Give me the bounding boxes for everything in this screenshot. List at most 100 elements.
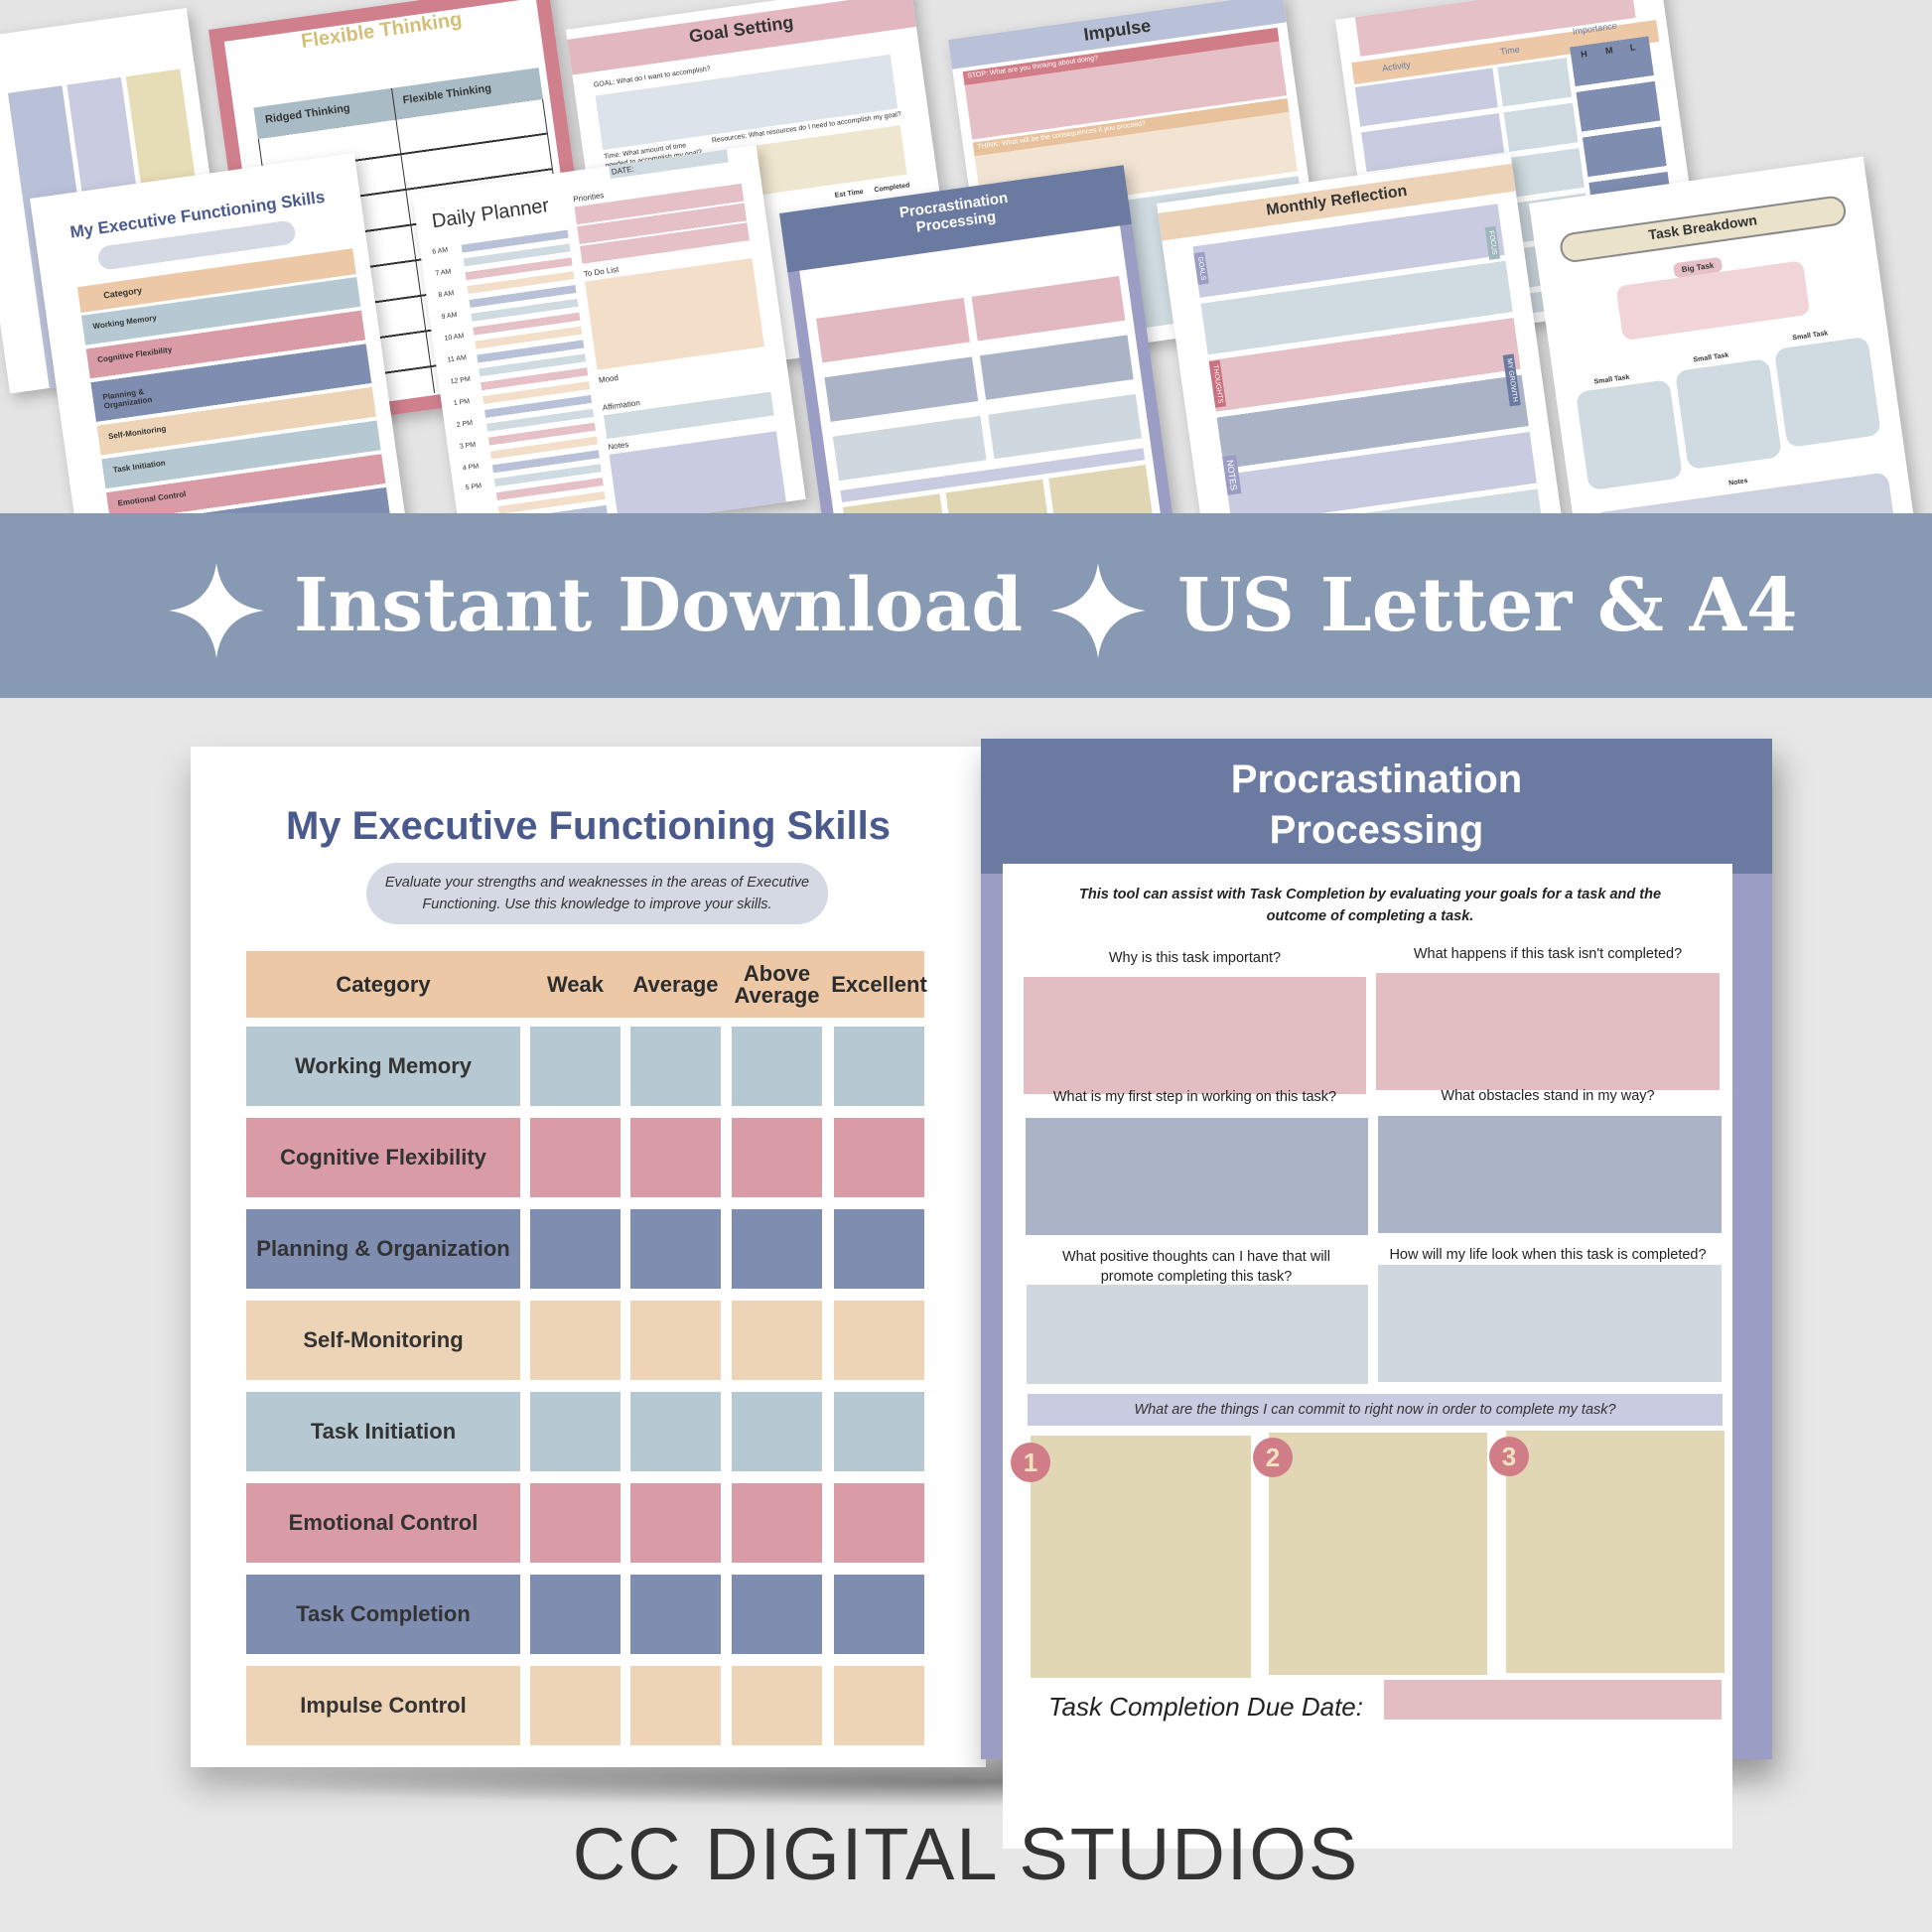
hour-label: 9 AM (441, 311, 458, 322)
number-badge: 1 (1011, 1443, 1050, 1482)
question-label: What is my first step in working on this… (1052, 1089, 1337, 1105)
rating-cell[interactable] (530, 1301, 621, 1380)
rating-cell[interactable] (834, 1027, 924, 1106)
skill-row-label: Planning & Organization (246, 1209, 520, 1289)
due-date-field[interactable] (1384, 1680, 1722, 1720)
hour-label: 6 AM (431, 246, 449, 256)
number-badge: 2 (1253, 1438, 1293, 1477)
rating-cell[interactable] (530, 1027, 621, 1106)
rating-cell[interactable] (732, 1027, 822, 1106)
answer-box[interactable] (1027, 1285, 1368, 1384)
rating-cell[interactable] (630, 1483, 721, 1563)
rating-cell[interactable] (630, 1209, 721, 1289)
table-header: Category Weak Average Above Average Exce… (246, 951, 927, 1018)
skill-row-label: Task Completion (246, 1575, 520, 1654)
hour-label: 3 PM (459, 441, 477, 451)
skill-row-label: Emotional Control (246, 1483, 520, 1563)
sparkle-star-icon (1050, 563, 1146, 658)
preview-page-skills: My Executive Functioning Skills Category… (30, 153, 407, 513)
header-weak: Weak (546, 971, 605, 997)
header-category: Category (336, 971, 431, 997)
rating-cell[interactable] (732, 1483, 822, 1563)
rating-cell[interactable] (732, 1209, 822, 1289)
rating-cell[interactable] (732, 1301, 822, 1380)
answer-box[interactable] (1376, 973, 1720, 1090)
preview-page-daily-planner: Daily Planner DATE: Priorities To Do Lis… (412, 145, 806, 513)
hour-label: 7 AM (435, 268, 452, 278)
rating-cell[interactable] (530, 1392, 621, 1471)
page-subtitle: Evaluate your strengths and weaknesses i… (366, 863, 828, 924)
commit-box-2[interactable] (1269, 1433, 1487, 1675)
rating-cell[interactable] (630, 1392, 721, 1471)
header-above-average: Above Average (734, 960, 820, 1008)
rating-cell[interactable] (530, 1209, 621, 1289)
hour-label: 12 PM (450, 375, 472, 386)
label: Small Task (1792, 330, 1829, 343)
preview-page-task-breakdown: Task Breakdown Big Task Small Task Small… (1529, 156, 1919, 513)
rating-cell[interactable] (732, 1118, 822, 1197)
label: Small Task (1593, 373, 1630, 386)
rating-cell[interactable] (834, 1666, 924, 1745)
worksheet-body: This tool can assist with Task Completio… (1003, 864, 1732, 1849)
label: L (1629, 42, 1636, 53)
executive-skills-page: My Executive Functioning Skills Evaluate… (191, 747, 986, 1767)
label: Notes (1727, 478, 1748, 487)
label: M (1604, 45, 1614, 57)
rating-cell[interactable] (630, 1575, 721, 1654)
rating-cell[interactable] (530, 1483, 621, 1563)
skill-row-label: Working Memory (246, 1027, 520, 1106)
hour-label: 4 PM (462, 463, 480, 473)
hour-label: 10 AM (444, 333, 465, 343)
rating-cell[interactable] (630, 1118, 721, 1197)
hour-label: 1 PM (453, 397, 471, 408)
label: Notes (607, 440, 629, 452)
question-label: Why is this task important? (1108, 950, 1282, 966)
page-title: Flexible Thinking (299, 8, 464, 54)
rating-cell[interactable] (834, 1575, 924, 1654)
rating-cell[interactable] (834, 1301, 924, 1380)
title-line: Procrastination (1230, 758, 1523, 801)
paper-size-label: US Letter & A4 (1177, 563, 1798, 648)
rating-cell[interactable] (630, 1666, 721, 1745)
hour-label: 8 AM (438, 290, 455, 300)
rating-cell[interactable] (834, 1483, 924, 1563)
label: Completed (874, 182, 910, 195)
brand-name: CC DIGITAL STUDIOS (572, 1813, 1360, 1895)
rating-cell[interactable] (630, 1027, 721, 1106)
hour-label: 11 AM (447, 354, 468, 364)
preview-page-monthly-reflection: Monthly Reflection GOALS FOCUS THOUGHTS … (1157, 153, 1564, 513)
rating-cell[interactable] (834, 1209, 924, 1289)
rating-cell[interactable] (834, 1392, 924, 1471)
rating-cell[interactable] (732, 1575, 822, 1654)
commit-prompt: What are the things I can commit to righ… (1028, 1394, 1723, 1426)
answer-box[interactable] (1378, 1116, 1722, 1233)
header-average: Average (632, 971, 719, 997)
rating-cell[interactable] (834, 1118, 924, 1197)
preview-page-procrastination: Procrastination Processing (779, 165, 1176, 513)
procrastination-page: Procrastination Processing This tool can… (981, 739, 1772, 1849)
skill-row-label: Task Initiation (246, 1392, 520, 1471)
answer-box[interactable] (1378, 1265, 1722, 1382)
page-title: Procrastination Processing (981, 755, 1772, 856)
rating-cell[interactable] (530, 1666, 621, 1745)
rating-cell[interactable] (732, 1666, 822, 1745)
commit-box-3 (1506, 1431, 1725, 1673)
skill-row-label: Self-Monitoring (246, 1301, 520, 1380)
title-line: Processing (1269, 808, 1484, 852)
label: Small Task (1693, 351, 1729, 364)
question-label: What positive thoughts can I have that w… (1061, 1249, 1330, 1285)
answer-box[interactable] (1024, 977, 1366, 1094)
question-label: How will my life look when this task is … (1389, 1247, 1707, 1263)
rating-cell[interactable] (630, 1301, 721, 1380)
skill-row-label: Impulse Control (246, 1666, 520, 1745)
rating-cell[interactable] (530, 1118, 621, 1197)
commit-box-1[interactable] (1031, 1436, 1251, 1678)
rating-cell[interactable] (732, 1392, 822, 1471)
intro-text: This tool can assist with Task Completio… (1078, 887, 1662, 924)
header-excellent: Excellent (831, 971, 927, 997)
product-preview-collage: Flexible Thinking Ridged Thinking Flexib… (0, 0, 1932, 513)
answer-box[interactable] (1026, 1118, 1368, 1235)
page-title: My Executive Functioning Skills (285, 804, 892, 848)
feature-banner: Instant Download US Letter & A4 (0, 513, 1932, 698)
rating-cell[interactable] (530, 1575, 621, 1654)
